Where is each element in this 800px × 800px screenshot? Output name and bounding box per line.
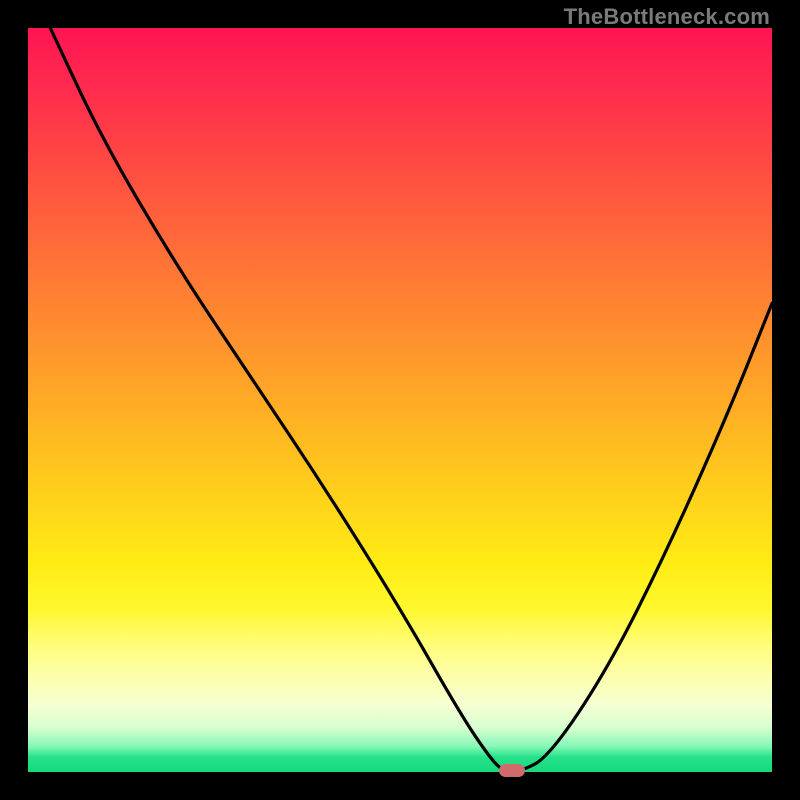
chart-frame: TheBottleneck.com bbox=[0, 0, 800, 800]
bottleneck-curve bbox=[28, 28, 772, 772]
curve-path bbox=[50, 28, 772, 772]
watermark-text: TheBottleneck.com bbox=[564, 4, 770, 30]
plot-area bbox=[28, 28, 772, 772]
optimal-marker bbox=[499, 764, 525, 777]
